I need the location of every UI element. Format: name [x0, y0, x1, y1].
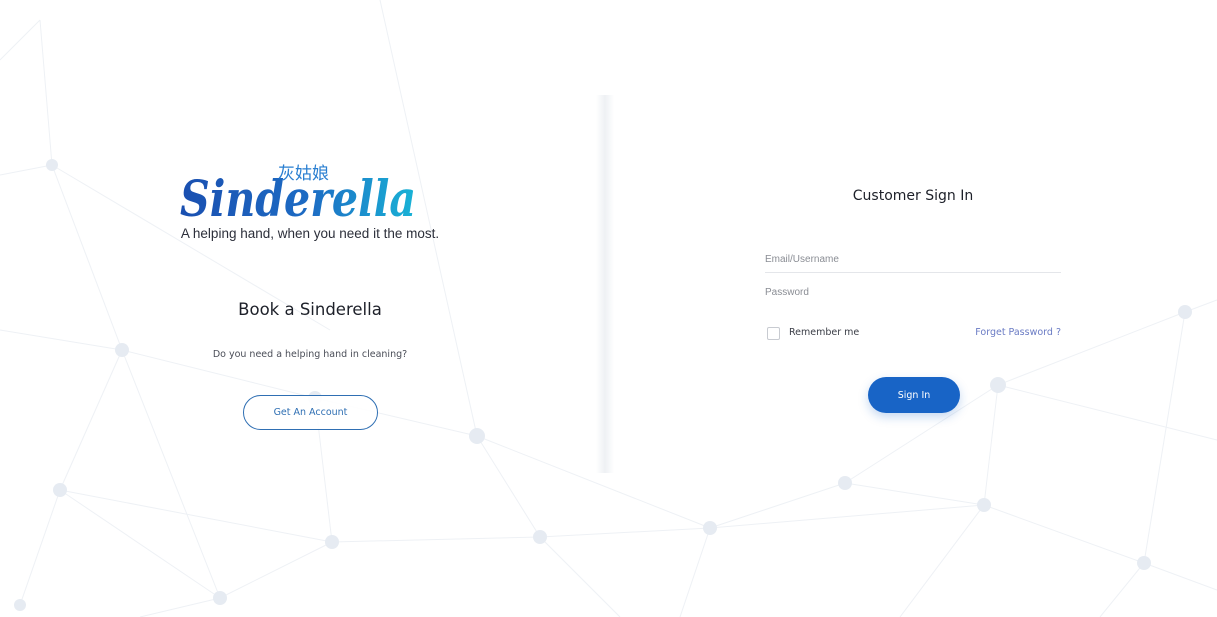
signin-title: Customer Sign In [852, 188, 974, 204]
get-account-button[interactable]: Get An Account [243, 395, 378, 430]
panel-divider [596, 95, 614, 473]
remember-me-label[interactable]: Remember me [789, 327, 859, 338]
signin-panel: Customer Sign In Remember me Forget Pass… [765, 180, 1061, 430]
remember-me-checkbox[interactable] [767, 327, 780, 340]
book-subtitle: Do you need a helping hand in cleaning? [212, 349, 408, 360]
brand-tagline: A helping hand, when you need it the mos… [180, 226, 440, 241]
book-title: Book a Sinderella [238, 300, 382, 319]
sinderella-logo: Sinderella 灰姑娘 [180, 164, 416, 226]
password-input[interactable] [765, 279, 1061, 305]
login-page: Sinderella 灰姑娘 A helping hand, when you … [0, 0, 1217, 617]
sign-in-button[interactable]: Sign In [868, 377, 960, 413]
remember-row: Remember me Forget Password ? [765, 325, 1061, 343]
email-username-input[interactable] [765, 247, 1061, 273]
forget-password-link[interactable]: Forget Password ? [975, 327, 1061, 338]
logo-chinese-characters: 灰姑娘 [278, 164, 329, 184]
booking-panel: Sinderella 灰姑娘 A helping hand, when you … [150, 140, 470, 450]
